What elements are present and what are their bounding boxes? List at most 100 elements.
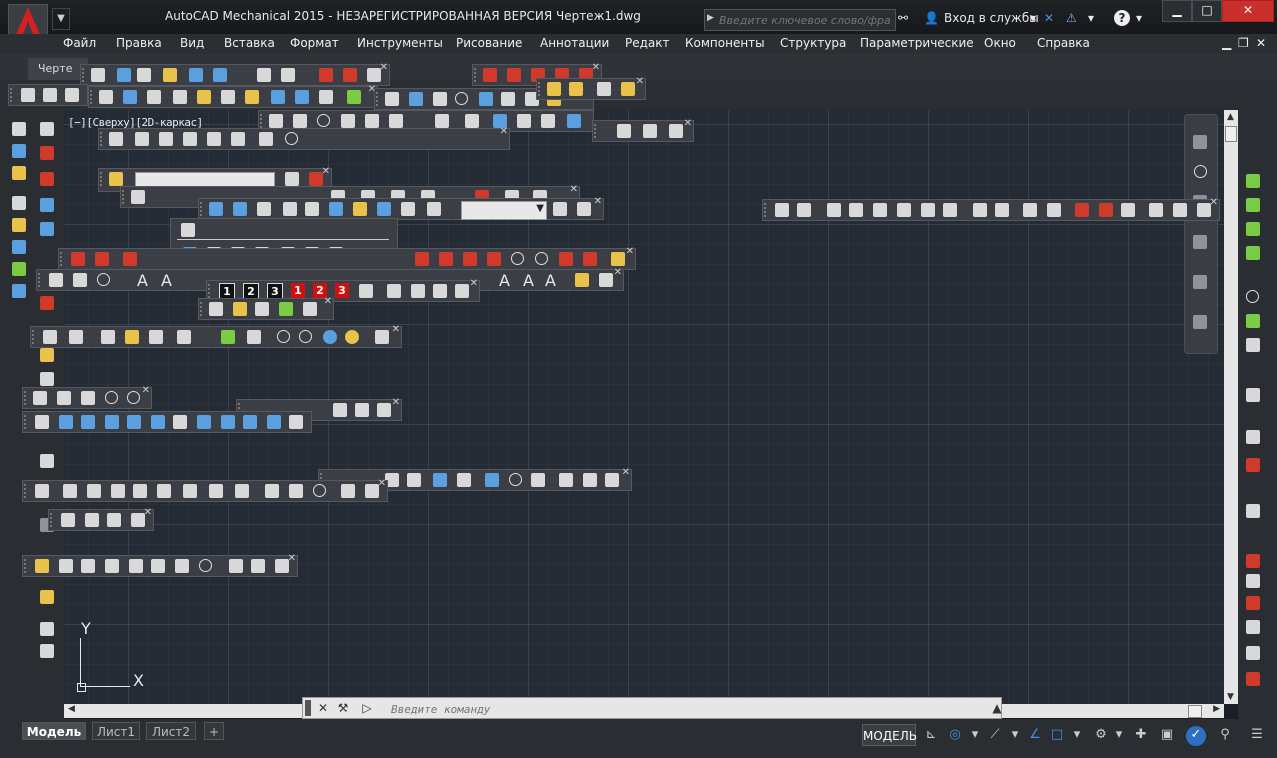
- tool-icon[interactable]: [559, 473, 573, 487]
- tool-icon[interactable]: [567, 114, 581, 128]
- tool-icon[interactable]: [463, 252, 477, 266]
- minimize-button[interactable]: ▁: [1162, 0, 1192, 22]
- tool-icon[interactable]: [271, 90, 285, 104]
- tool-icon[interactable]: [599, 273, 613, 287]
- tool-icon[interactable]: [95, 252, 109, 266]
- tool-icon[interactable]: [295, 90, 309, 104]
- menu-components[interactable]: Компоненты: [685, 36, 765, 50]
- tool-icon[interactable]: [163, 68, 177, 82]
- text-icon[interactable]: A: [499, 271, 510, 290]
- tool-icon[interactable]: [427, 202, 441, 216]
- tool-icon[interactable]: [151, 559, 165, 573]
- magnet-icon[interactable]: [40, 296, 54, 310]
- menu-view[interactable]: Вид: [180, 36, 204, 50]
- viewcube-icon[interactable]: [1193, 135, 1207, 149]
- chevron-up-icon[interactable]: ▲: [989, 700, 1005, 716]
- tool-icon[interactable]: [575, 273, 589, 287]
- tool-icon[interactable]: [1246, 620, 1260, 634]
- tool-icon[interactable]: [33, 391, 47, 405]
- tool-icon[interactable]: [353, 202, 367, 216]
- command-input[interactable]: [389, 700, 953, 718]
- tool-icon[interactable]: [439, 252, 453, 266]
- file-tab-drawing1[interactable]: Черте: [28, 58, 88, 80]
- tool-icon[interactable]: [209, 202, 223, 216]
- line-icon[interactable]: [269, 114, 283, 128]
- save-icon[interactable]: [65, 88, 79, 102]
- tool-icon[interactable]: [127, 415, 141, 429]
- zoom-icon[interactable]: [1121, 203, 1135, 217]
- tool-icon[interactable]: [433, 473, 447, 487]
- text-icon[interactable]: A: [161, 271, 172, 290]
- sphere-icon[interactable]: [323, 330, 337, 344]
- layer-group-red-1-button[interactable]: 1: [291, 283, 305, 298]
- tool-icon[interactable]: [59, 559, 73, 573]
- maximize-button[interactable]: □: [1192, 0, 1222, 22]
- zoom-icon[interactable]: [873, 203, 887, 217]
- tool-icon[interactable]: [12, 144, 26, 158]
- tool-icon[interactable]: [111, 484, 125, 498]
- tool-icon[interactable]: [1246, 430, 1260, 444]
- tool-icon[interactable]: [81, 559, 95, 573]
- tool-icon[interactable]: [313, 484, 326, 497]
- tool-icon[interactable]: [465, 114, 479, 128]
- open-file-icon[interactable]: [43, 88, 57, 102]
- tool-icon[interactable]: [251, 559, 265, 573]
- pan-icon[interactable]: [775, 203, 789, 217]
- tool-icon[interactable]: [329, 202, 343, 216]
- tool-icon[interactable]: [411, 284, 425, 298]
- zoom-realtime-icon[interactable]: [797, 203, 811, 217]
- tool-icon[interactable]: [12, 122, 26, 136]
- tool-icon[interactable]: [137, 68, 151, 82]
- tool-icon[interactable]: [257, 68, 271, 82]
- zoom-out-icon[interactable]: [995, 203, 1009, 217]
- polar-icon[interactable]: ∠: [1026, 726, 1044, 744]
- wrench-icon[interactable]: ⚒: [335, 700, 351, 716]
- zoom-icon[interactable]: [827, 203, 841, 217]
- zoom-icon[interactable]: [921, 203, 935, 217]
- layer-icon[interactable]: [109, 172, 123, 186]
- dim-icon[interactable]: [259, 132, 273, 146]
- polyline-icon[interactable]: [293, 114, 307, 128]
- tool-icon[interactable]: [197, 415, 211, 429]
- tool-icon[interactable]: [213, 68, 227, 82]
- tool-icon[interactable]: [531, 473, 545, 487]
- tool-icon[interactable]: [12, 218, 26, 232]
- tool-icon[interactable]: [181, 223, 195, 237]
- tool-icon[interactable]: [487, 252, 501, 266]
- tool-icon[interactable]: [123, 90, 137, 104]
- tool-icon[interactable]: [71, 252, 85, 266]
- autodesk-360-icon[interactable]: ⚠: [1066, 11, 1077, 25]
- menu-modify[interactable]: Редакт: [625, 36, 670, 50]
- snap-icon[interactable]: [1246, 222, 1260, 236]
- text-icon[interactable]: A: [545, 271, 556, 290]
- tool-icon[interactable]: [99, 90, 113, 104]
- tool-icon[interactable]: [59, 415, 73, 429]
- qat-dropdown-icon[interactable]: ▼: [52, 8, 70, 30]
- snap-icon[interactable]: [1246, 198, 1260, 212]
- tool-icon[interactable]: [1246, 338, 1260, 352]
- zoom-icon[interactable]: [943, 203, 957, 217]
- tool-icon[interactable]: [183, 484, 197, 498]
- zoom-icon[interactable]: [1075, 203, 1089, 217]
- tool-icon[interactable]: [281, 68, 295, 82]
- tool-icon[interactable]: [509, 473, 522, 486]
- tool-icon[interactable]: [553, 202, 567, 216]
- new-file-icon[interactable]: [21, 88, 35, 102]
- sign-in-button[interactable]: Вход в службы: [944, 11, 1039, 25]
- tool-icon[interactable]: [407, 473, 421, 487]
- help-button[interactable]: ?: [1114, 10, 1130, 26]
- tool-icon[interactable]: [87, 484, 101, 498]
- tool-icon[interactable]: [669, 124, 683, 138]
- add-layout-button[interactable]: +: [204, 722, 224, 740]
- tool-icon[interactable]: [1246, 554, 1260, 568]
- tool-icon[interactable]: [199, 559, 212, 572]
- tool-icon[interactable]: [63, 484, 77, 498]
- menu-icon[interactable]: ☰: [1246, 726, 1268, 744]
- magnet-icon[interactable]: [507, 68, 521, 82]
- zoom-icon[interactable]: [1193, 235, 1207, 249]
- tool-icon[interactable]: [35, 559, 49, 573]
- tool-icon[interactable]: [1246, 672, 1260, 686]
- tool-icon[interactable]: [283, 202, 297, 216]
- tool-icon[interactable]: [401, 202, 415, 216]
- tool-icon[interactable]: [235, 484, 249, 498]
